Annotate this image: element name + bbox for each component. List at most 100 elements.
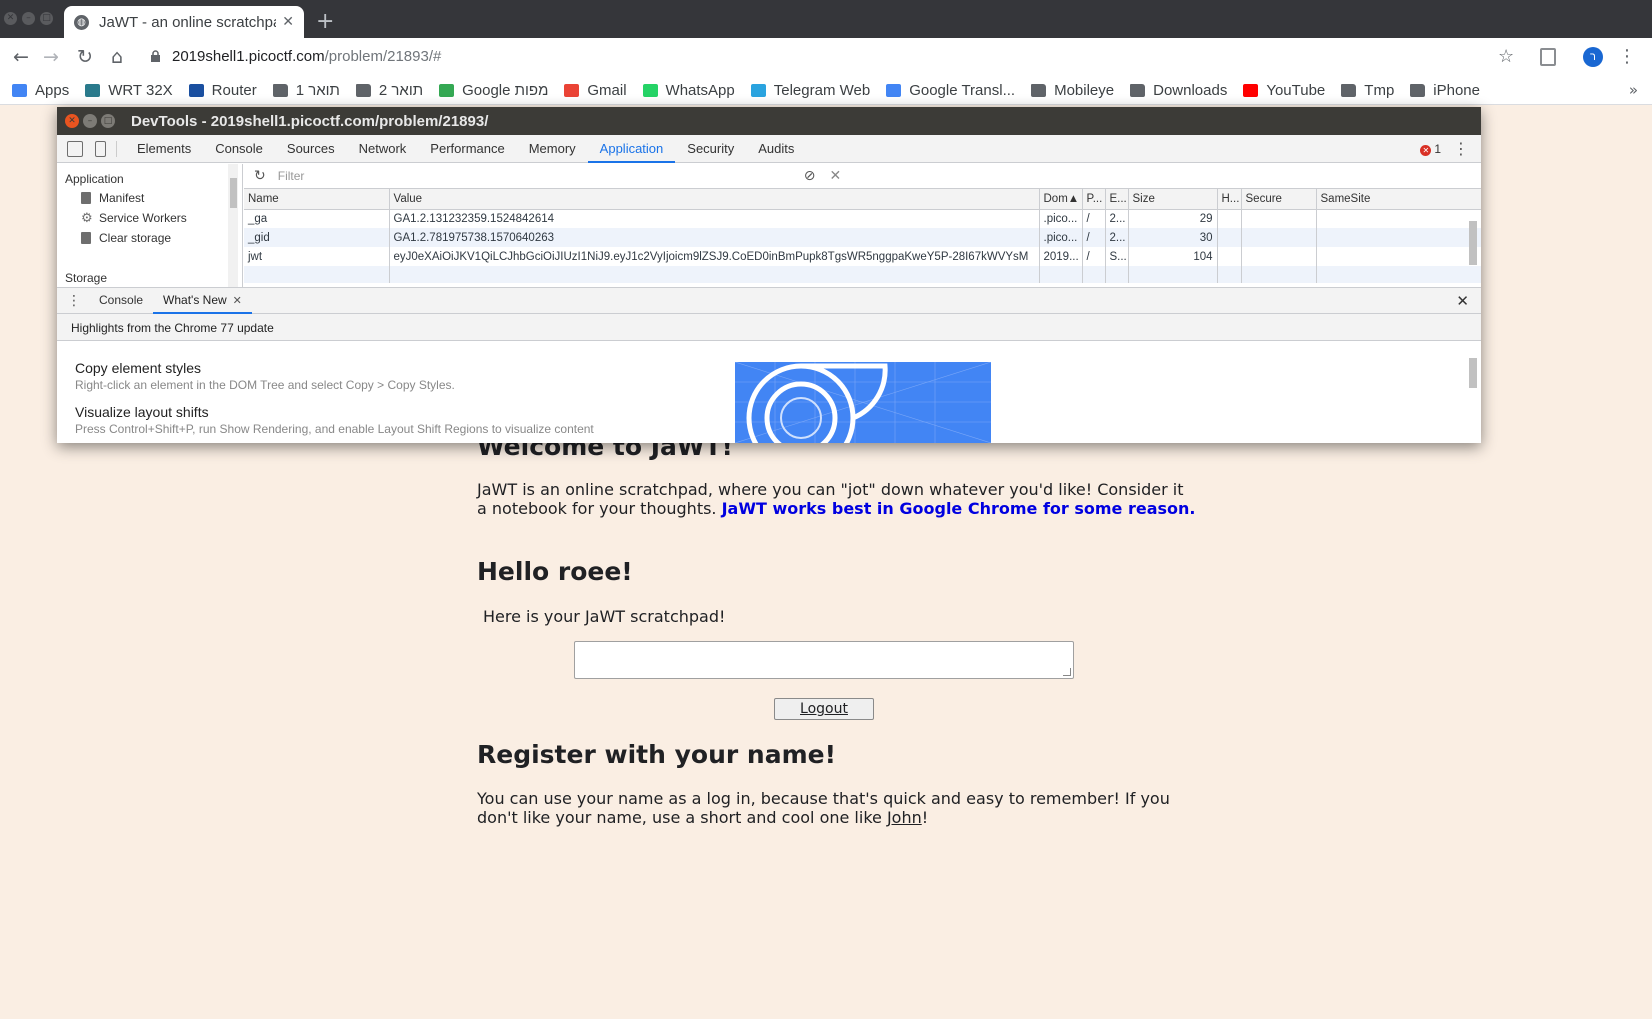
column-header-samesite[interactable]: SameSite — [1316, 189, 1481, 210]
drawer-tab-console[interactable]: Console — [89, 287, 153, 314]
bookmark-item[interactable]: YouTube — [1243, 82, 1325, 99]
back-icon[interactable]: ← — [10, 46, 32, 68]
device-toolbar-icon[interactable] — [95, 140, 106, 157]
bookmark-label: Router — [211, 81, 257, 99]
window-maximize-icon[interactable]: □ — [40, 12, 53, 25]
bookmark-item[interactable]: Mobileye — [1031, 82, 1114, 99]
cookie-httponly — [1217, 209, 1242, 228]
column-header-value[interactable]: Value — [389, 189, 1040, 210]
bookmark-item[interactable]: iPhone — [1410, 82, 1480, 99]
tab-application[interactable]: Application — [587, 135, 676, 163]
bookmark-item[interactable]: Gmail — [564, 82, 627, 99]
filter-input[interactable] — [277, 166, 788, 186]
tab-security[interactable]: Security — [675, 135, 746, 163]
devtools-menu-icon[interactable]: ⋮ — [1453, 139, 1469, 158]
whats-new-item[interactable]: Visualize layout shifts Press Control+Sh… — [75, 404, 594, 436]
sidebar-section-storage[interactable]: Storage — [65, 271, 107, 285]
sidebar-item-service-workers[interactable]: ⚙ Service Workers — [57, 208, 242, 228]
sidebar-scrollbar[interactable] — [228, 164, 238, 287]
tab-close-icon[interactable]: ✕ — [282, 14, 294, 30]
bookmark-item[interactable]: Tmp — [1341, 82, 1394, 99]
bookmark-item[interactable]: Downloads — [1130, 82, 1227, 99]
browser-menu-icon[interactable]: ⋮ — [1618, 46, 1636, 67]
delete-selected-icon[interactable]: ✕ — [829, 168, 841, 184]
whats-new-scrollbar[interactable] — [1467, 344, 1477, 440]
reload-icon[interactable]: ↻ — [74, 46, 96, 68]
home-icon[interactable]: ⌂ — [106, 46, 128, 68]
column-header-size[interactable]: Size — [1128, 189, 1218, 210]
apps-grid-icon — [12, 83, 27, 97]
scratchpad-textarea[interactable] — [574, 641, 1074, 679]
john-link[interactable]: John — [887, 808, 922, 827]
bookmarks-overflow-icon[interactable]: » — [1629, 81, 1638, 99]
drawer-tab-whats-new[interactable]: What's New ✕ — [153, 287, 252, 314]
inspect-element-icon[interactable] — [67, 140, 83, 157]
gmail-icon — [564, 83, 580, 97]
table-row[interactable]: jwt eyJ0eXAiOiJKV1QiLCJhbGciOiJIUzI1NiJ9… — [244, 247, 1481, 266]
scrollbar-thumb[interactable] — [1469, 221, 1477, 265]
reader-extension-icon[interactable] — [1540, 48, 1556, 66]
window-minimize-icon[interactable]: – — [22, 12, 35, 25]
folder-icon — [355, 83, 371, 97]
browser-toolbar: ← → ↻ ⌂ 2019shell1.picoctf.com/problem/2… — [0, 38, 1652, 76]
address-bar[interactable]: 2019shell1.picoctf.com/problem/21893/# — [172, 48, 441, 65]
forward-icon[interactable]: → — [40, 46, 62, 68]
new-tab-icon[interactable]: + — [316, 9, 334, 34]
column-header-httponly[interactable]: H... — [1217, 189, 1242, 210]
column-header-expires[interactable]: E... — [1105, 189, 1129, 210]
column-header-secure[interactable]: Secure — [1241, 189, 1317, 210]
tab-elements[interactable]: Elements — [125, 135, 203, 163]
cookie-expires: S... — [1105, 247, 1129, 266]
bookmark-item[interactable]: Apps — [12, 82, 69, 99]
cookie-name: _ga — [244, 209, 390, 228]
bookmark-item[interactable]: Router — [188, 81, 257, 99]
tab-network[interactable]: Network — [347, 135, 419, 163]
whats-new-item[interactable]: Copy element styles Right-click an eleme… — [75, 360, 455, 392]
tab-sources[interactable]: Sources — [275, 135, 347, 163]
column-header-name[interactable]: Name — [244, 189, 390, 210]
clear-all-icon[interactable]: ⊘ — [804, 168, 816, 184]
drawer-close-icon[interactable]: ✕ — [1456, 292, 1469, 310]
error-counter[interactable]: ✕ 1 — [1420, 142, 1441, 156]
tab-audits[interactable]: Audits — [746, 135, 806, 163]
drawer-tabbar: ⋮ Console What's New ✕ ✕ — [57, 287, 1481, 314]
tab-performance[interactable]: Performance — [418, 135, 516, 163]
column-header-path[interactable]: P... — [1082, 189, 1106, 210]
register-heading: Register with your name! — [477, 740, 836, 769]
bookmark-item[interactable]: תואר 1 — [272, 81, 340, 99]
browser-tab[interactable]: ◍ JaWT - an online scratchpad ✕ — [64, 6, 304, 38]
drawer-menu-icon[interactable]: ⋮ — [67, 293, 81, 309]
bookmark-label: Google Transl... — [909, 81, 1016, 99]
sidebar-item-manifest[interactable]: Manifest — [57, 188, 242, 208]
window-close-icon[interactable]: ✕ — [4, 12, 17, 25]
bookmark-star-icon[interactable]: ☆ — [1498, 46, 1514, 67]
bookmark-item[interactable]: Google Transl... — [886, 82, 1015, 99]
whats-new-highlight: Highlights from the Chrome 77 update — [57, 314, 1481, 341]
devtools-minimize-icon[interactable]: – — [83, 114, 97, 128]
scrollbar-thumb[interactable] — [1469, 358, 1477, 388]
bookmark-item[interactable]: Google מפות — [439, 82, 548, 99]
refresh-icon[interactable]: ↻ — [254, 168, 266, 184]
cookie-size: 104 — [1128, 247, 1218, 266]
profile-avatar-icon[interactable]: ר — [1583, 47, 1603, 67]
scrollbar-thumb[interactable] — [230, 178, 237, 208]
devtools-maximize-icon[interactable]: □ — [101, 114, 115, 128]
close-icon[interactable]: ✕ — [233, 294, 242, 307]
devtools-close-icon[interactable]: ✕ — [65, 114, 79, 128]
bookmark-label: תואר 1 — [295, 81, 340, 99]
table-row[interactable]: _gid GA1.2.781975738.1570640263 .pico...… — [244, 228, 1481, 247]
cookie-domain: .pico... — [1039, 209, 1083, 228]
bookmark-item[interactable]: Telegram Web — [750, 82, 870, 99]
tab-console[interactable]: Console — [203, 135, 275, 163]
bookmark-label: תואר 2 — [378, 81, 424, 99]
logout-button[interactable]: Logout — [774, 698, 874, 720]
cookie-path: / — [1082, 228, 1106, 247]
tab-memory[interactable]: Memory — [517, 135, 588, 163]
sidebar-item-clear-storage[interactable]: Clear storage — [57, 228, 242, 248]
bookmark-item[interactable]: תואר 2 — [355, 81, 424, 99]
table-row[interactable]: _ga GA1.2.131232359.1524842614 .pico... … — [244, 209, 1481, 228]
bookmark-item[interactable]: WhatsApp — [642, 82, 735, 99]
cookie-table-scrollbar[interactable] — [1467, 209, 1477, 285]
bookmark-item[interactable]: WRT 32X — [85, 82, 173, 99]
column-header-domain[interactable]: Dom▲ — [1039, 189, 1083, 210]
